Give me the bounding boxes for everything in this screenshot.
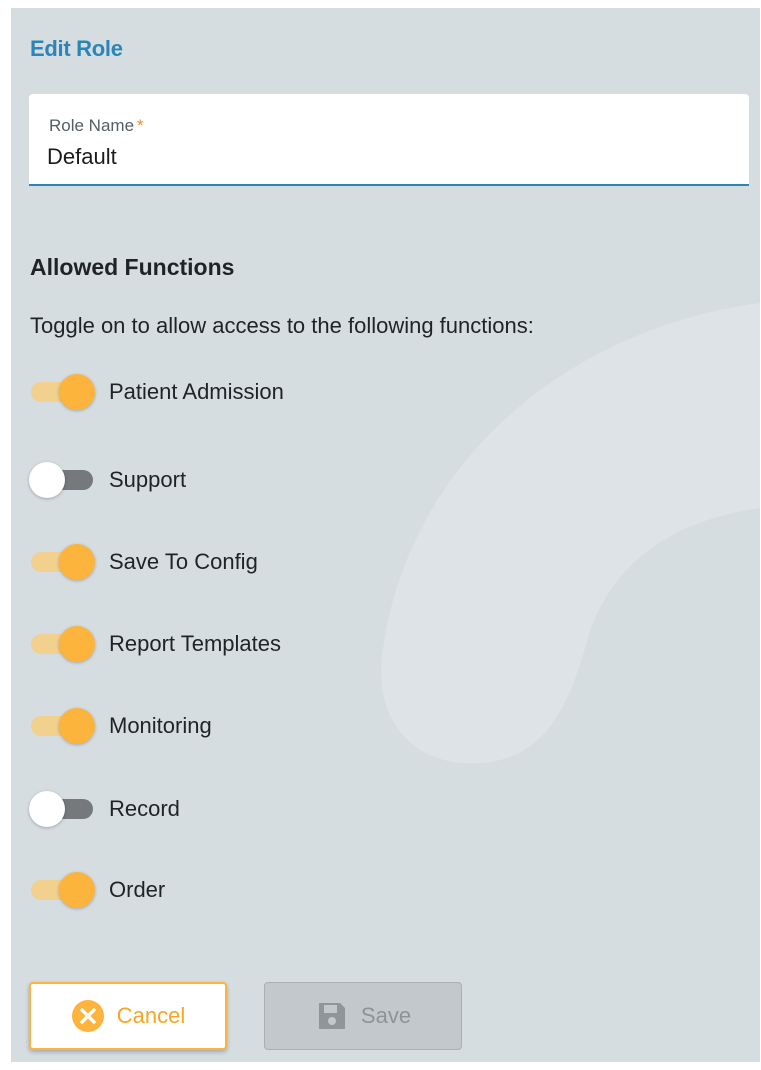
toggle-thumb bbox=[29, 462, 65, 498]
function-label: Monitoring bbox=[109, 713, 212, 738]
toggle-support[interactable] bbox=[29, 460, 95, 500]
function-row-save-to-config: Save To Config bbox=[29, 542, 258, 582]
close-circle-icon bbox=[71, 999, 105, 1033]
toggle-order[interactable] bbox=[29, 870, 95, 910]
toggle-thumb bbox=[29, 791, 65, 827]
function-label: Patient Admission bbox=[109, 379, 284, 404]
allowed-functions-description: Toggle on to allow access to the followi… bbox=[30, 313, 534, 338]
function-label: Report Templates bbox=[109, 631, 282, 656]
function-row-monitoring: Monitoring bbox=[29, 706, 212, 746]
cancel-button-label: Cancel bbox=[116, 1003, 186, 1028]
save-button-label: Save bbox=[360, 1003, 412, 1028]
role-name-field[interactable]: Role Name * bbox=[29, 94, 749, 186]
function-row-record: Record bbox=[29, 789, 180, 829]
function-label: Save To Config bbox=[109, 549, 258, 574]
toggle-monitoring[interactable] bbox=[29, 706, 95, 746]
function-label: Record bbox=[109, 796, 180, 821]
toggle-save-to-config[interactable] bbox=[29, 542, 95, 582]
function-label: Support bbox=[109, 467, 187, 492]
function-row-support: Support bbox=[29, 460, 186, 500]
save-button[interactable]: Save bbox=[264, 982, 462, 1050]
toggle-patient-admission[interactable] bbox=[29, 372, 95, 412]
floppy-disk-icon bbox=[315, 999, 349, 1033]
toggle-thumb bbox=[59, 544, 95, 580]
required-marker: * bbox=[137, 116, 144, 135]
function-row-order: Order bbox=[29, 870, 165, 910]
function-row-report-templates: Report Templates bbox=[29, 624, 281, 664]
toggle-thumb bbox=[59, 708, 95, 744]
function-label: Order bbox=[109, 877, 166, 902]
toggle-thumb bbox=[59, 374, 95, 410]
role-name-input[interactable] bbox=[47, 144, 707, 170]
toggle-thumb bbox=[59, 626, 95, 662]
role-name-label: Role Name * bbox=[49, 116, 144, 135]
toggle-report-templates[interactable] bbox=[29, 624, 95, 664]
function-row-patient-admission: Patient Admission bbox=[29, 372, 284, 412]
allowed-functions-heading: Allowed Functions bbox=[30, 254, 235, 280]
cancel-button[interactable]: Cancel bbox=[29, 982, 227, 1050]
edit-role-panel: Edit Role Role Name* Allowed Functions T… bbox=[11, 8, 760, 1062]
toggle-thumb bbox=[59, 872, 95, 908]
toggle-record[interactable] bbox=[29, 789, 95, 829]
dialog-title: Edit Role bbox=[30, 36, 123, 61]
